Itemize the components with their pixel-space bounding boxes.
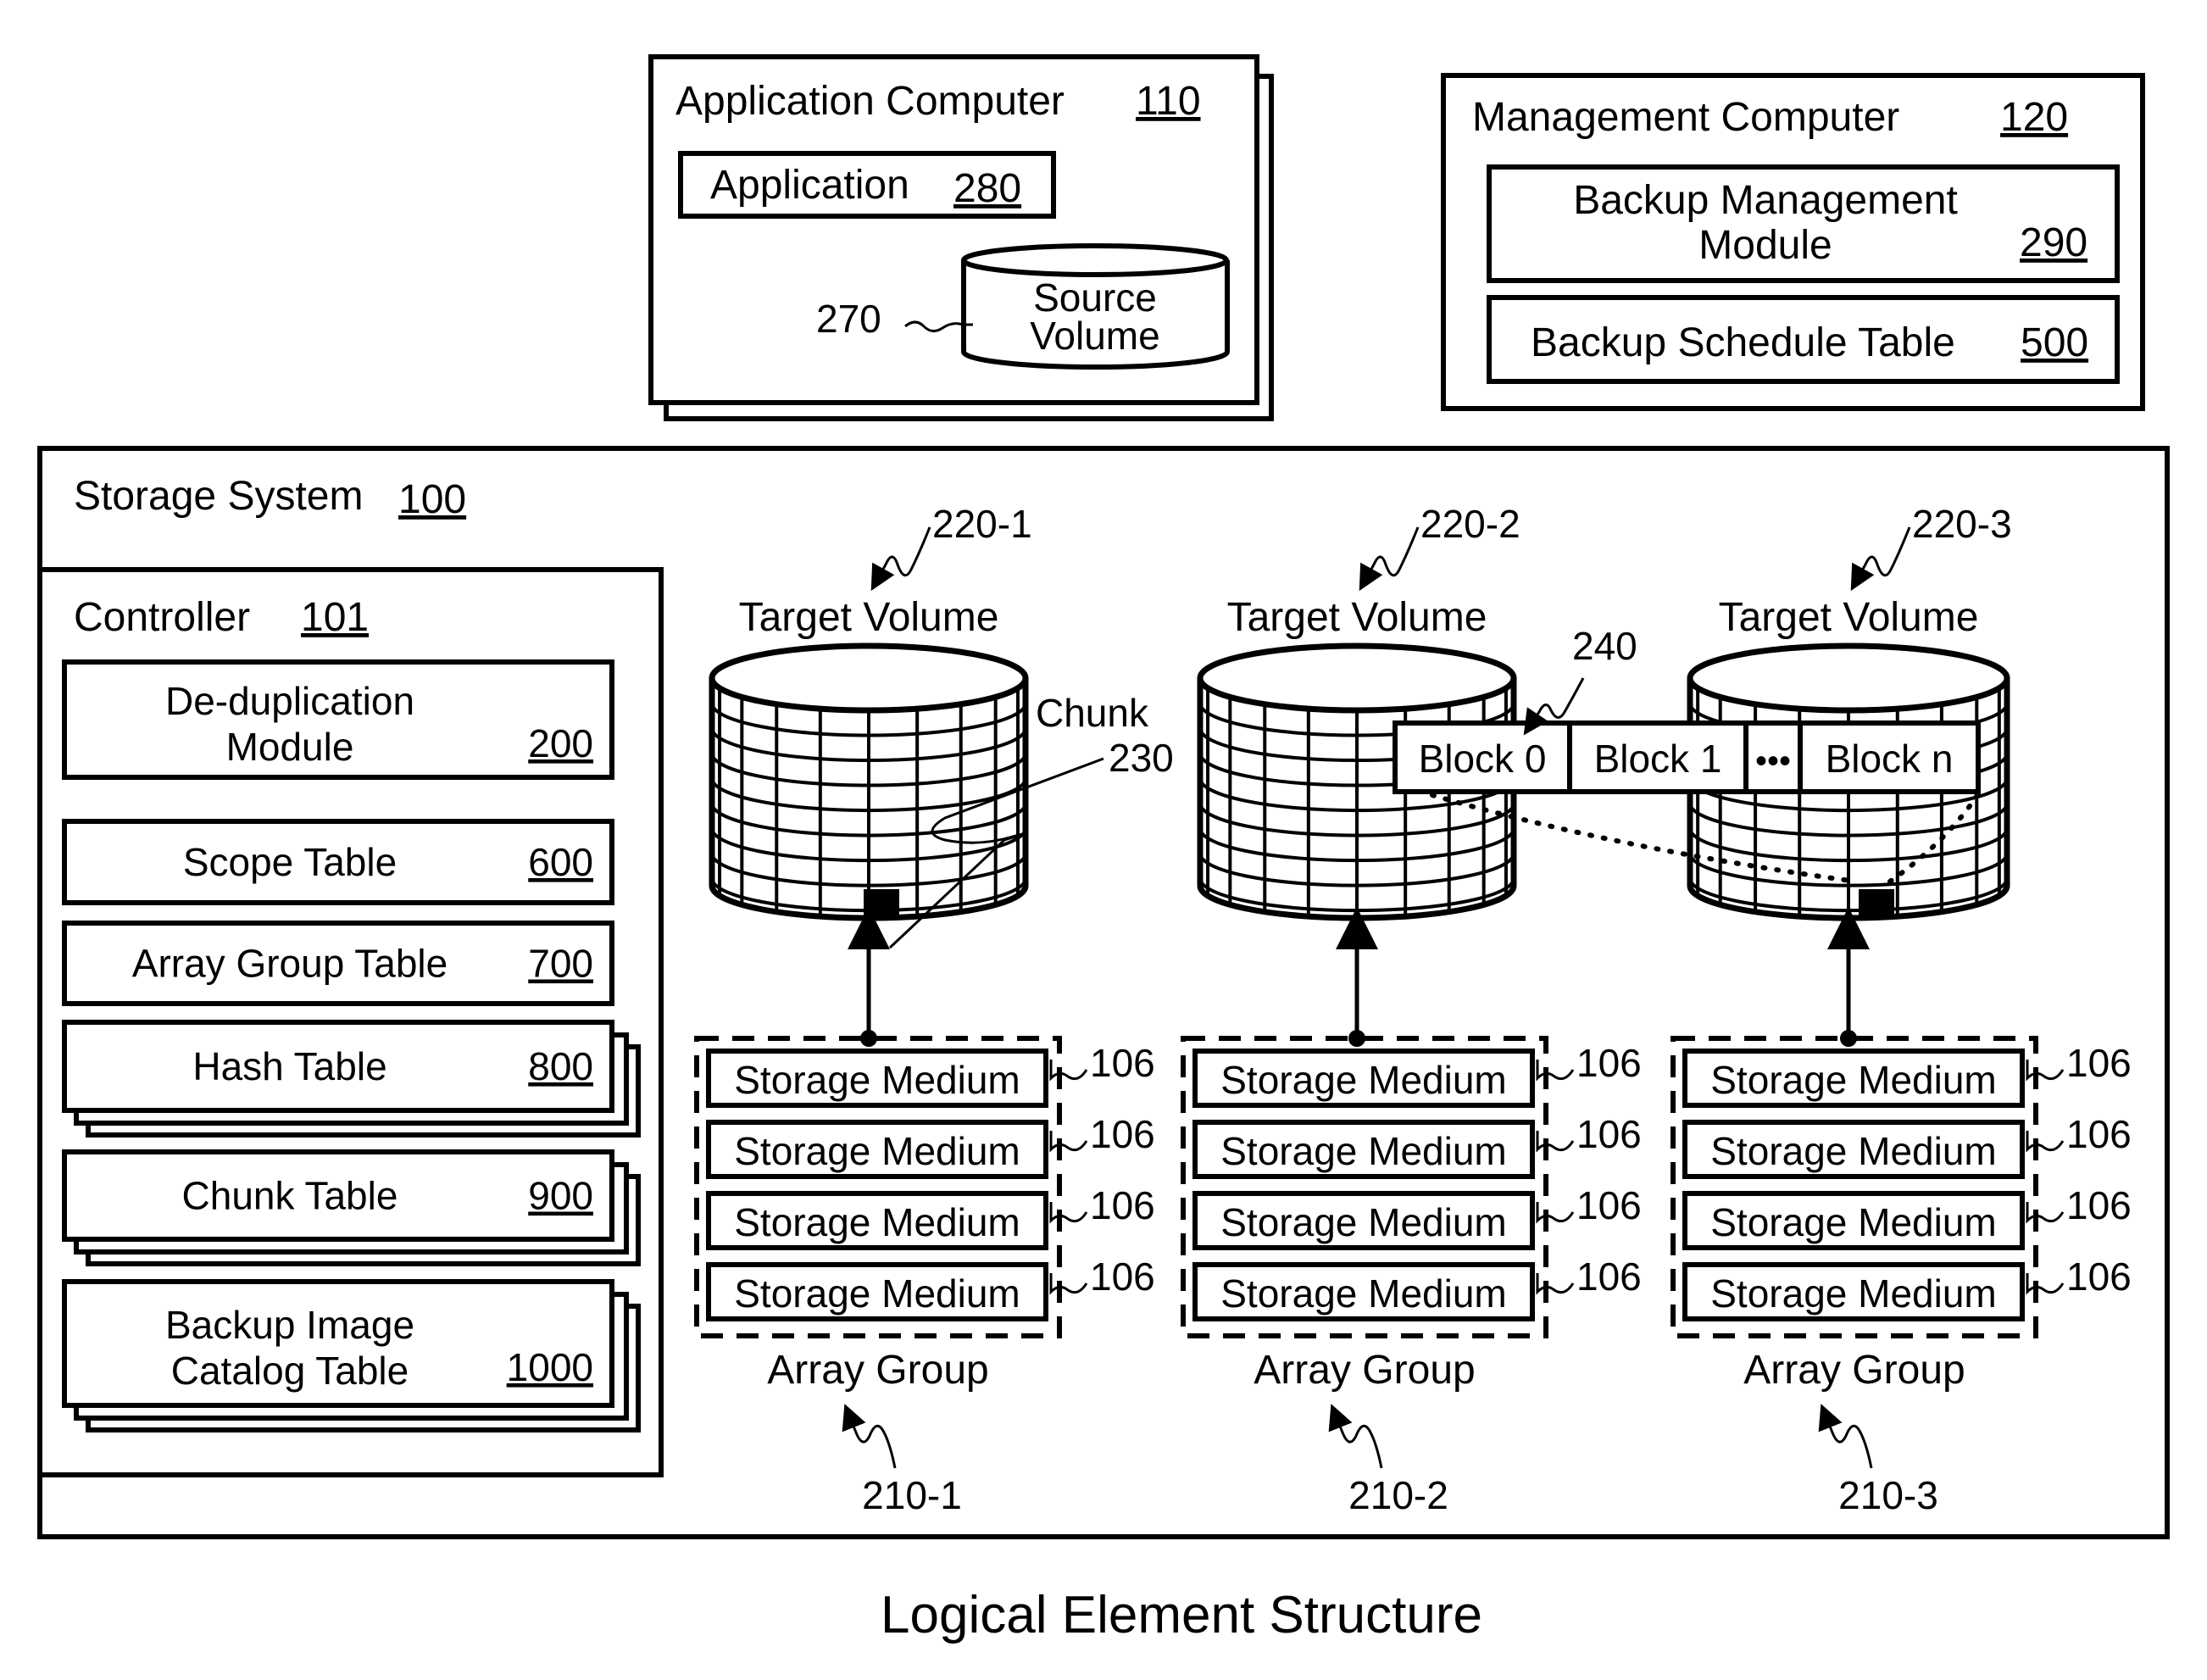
chunk-label: Chunk	[1036, 691, 1149, 735]
storage-medium-ref: 106	[1576, 1254, 1642, 1299]
controller: Controller 101 De-duplicationModule 200 Sc…	[37, 567, 664, 1477]
module-label-line1: Backup Image	[165, 1303, 414, 1347]
application-ref: 280	[953, 166, 1021, 211]
storage-medium-label: Storage Medium	[1220, 1058, 1507, 1102]
controller-module: Backup ImageCatalog Table 1000	[62, 1279, 641, 1432]
module-ref: 800	[528, 1044, 593, 1088]
source-volume-line2: Volume	[1030, 314, 1159, 358]
storage-medium-ref: 106	[2066, 1041, 2132, 1085]
controller-module: Hash Table 800	[62, 1020, 641, 1138]
storage-medium-label: Storage Medium	[1710, 1200, 1997, 1244]
application-label: Application	[710, 163, 909, 208]
storage-medium-ref: 106	[2066, 1254, 2132, 1299]
chunk-cell	[1859, 889, 1894, 916]
block-strip-ref: 240	[1572, 624, 1637, 668]
module-ref: 600	[528, 840, 593, 884]
application-computer-title: Application Computer	[675, 79, 1065, 124]
storage-medium-label: Storage Medium	[1710, 1058, 1997, 1102]
figure-caption: Logical Element Structure	[881, 1586, 1482, 1644]
module-label-line2: Module	[226, 725, 354, 769]
storage-medium-ref: 106	[1090, 1183, 1155, 1227]
module-label: Array Group Table	[132, 942, 448, 986]
target-volume-ref: 220-1	[932, 502, 1032, 546]
target-volume-label: Target Volume	[739, 595, 999, 640]
controller-module: Scope Table 600	[62, 819, 614, 905]
storage-medium-label: Storage Medium	[734, 1271, 1020, 1316]
backup-schedule-table-label: Backup Schedule Table	[1531, 320, 1955, 365]
storage-medium-ref: 106	[1576, 1112, 1642, 1156]
chunk-ref: 230	[1109, 736, 1174, 780]
module-ref: 900	[528, 1174, 593, 1218]
storage-medium-label: Storage Medium	[1220, 1200, 1507, 1244]
storage-medium-label: Storage Medium	[734, 1200, 1020, 1244]
application-computer-ref: 110	[1136, 79, 1201, 124]
storage-medium-label: Storage Medium	[1710, 1129, 1997, 1173]
storage-medium-label: Storage Medium	[1710, 1271, 1997, 1316]
controller-module: Array Group Table 700	[62, 921, 614, 1006]
array-group-label: Array Group	[1743, 1348, 1965, 1393]
storage-medium-label: Storage Medium	[1220, 1129, 1507, 1173]
module-ref: 700	[528, 942, 593, 986]
target-volume-ref: 220-3	[1912, 502, 2012, 546]
logical-element-structure-diagram: Application Computer 110 Application 280…	[37, 54, 2170, 1644]
storage-medium-ref: 106	[1090, 1112, 1155, 1156]
management-computer-title: Management Computer	[1472, 95, 1899, 140]
block-cell: Block n	[1798, 720, 1981, 794]
source-volume-cylinder: Source Volume	[961, 243, 1230, 370]
cylinder-top	[1687, 643, 2010, 714]
target-volume-label: Target Volume	[1227, 595, 1487, 640]
module-label: Hash Table	[192, 1044, 386, 1088]
module-label-line1: De-duplication	[165, 679, 414, 723]
array-group-ref: 210-1	[862, 1473, 962, 1517]
block-cell: •••	[1743, 720, 1803, 794]
storage-medium-label: Storage Medium	[734, 1058, 1020, 1102]
chunk-cell	[864, 889, 899, 916]
module-ref: 200	[528, 721, 593, 765]
controller-ref: 101	[301, 595, 369, 640]
storage-system-ref: 100	[398, 477, 466, 522]
controller-modules: De-duplicationModule 200 Scope Table 600 Arr…	[62, 659, 641, 1432]
source-volume-ref: 270	[816, 297, 881, 341]
storage-medium-ref: 106	[1090, 1041, 1155, 1085]
backup-management-module-ref: 290	[2020, 220, 2087, 265]
block-cell: Block 1	[1567, 720, 1748, 794]
module-label: Chunk Table	[182, 1174, 398, 1218]
module-label: Scope Table	[183, 840, 397, 884]
target-volume-ref: 220-2	[1420, 502, 1520, 546]
storage-medium-label: Storage Medium	[1220, 1271, 1507, 1316]
module-label-line2: Catalog Table	[171, 1349, 409, 1393]
management-computer: Management Computer 120 Backup Managemen…	[1441, 73, 2145, 411]
block-label: Block 1	[1594, 737, 1722, 781]
controller-module: Chunk Table 900	[62, 1149, 641, 1266]
controller-title: Controller	[74, 595, 250, 640]
storage-system-title: Storage System	[74, 474, 363, 519]
storage-system: Storage System 100 Controller 101 De-dup…	[37, 446, 2170, 1539]
cylinder-top	[709, 643, 1029, 714]
backup-management-module-line1: Backup Management	[1573, 178, 1958, 223]
controller-module: De-duplicationModule 200	[62, 659, 614, 780]
array-group-ref: 210-3	[1838, 1473, 1938, 1517]
block-label: Block 0	[1419, 737, 1547, 781]
storage-medium-ref: 106	[2066, 1183, 2132, 1227]
array-group-label: Array Group	[767, 1348, 988, 1393]
target-volume-label: Target Volume	[1719, 595, 1979, 640]
cylinder-top	[1197, 643, 1517, 714]
storage-medium-ref: 106	[1576, 1183, 1642, 1227]
block-label: Block n	[1826, 737, 1954, 781]
block-label: •••	[1755, 743, 1791, 780]
block-cell: Block 0	[1393, 720, 1572, 794]
array-group-label: Array Group	[1254, 1348, 1475, 1393]
storage-medium-ref: 106	[1090, 1254, 1155, 1299]
array-group-ref: 210-2	[1348, 1473, 1448, 1517]
storage-medium-ref: 106	[1576, 1041, 1642, 1085]
backup-schedule-table-ref: 500	[2021, 320, 2088, 365]
module-ref: 1000	[507, 1345, 593, 1389]
application-computer: Application Computer 110 Application 280…	[648, 54, 1274, 421]
storage-medium-label: Storage Medium	[734, 1129, 1020, 1173]
storage-medium-ref: 106	[2066, 1112, 2132, 1156]
management-computer-ref: 120	[2000, 95, 2068, 140]
backup-management-module-line2: Module	[1698, 223, 1832, 268]
